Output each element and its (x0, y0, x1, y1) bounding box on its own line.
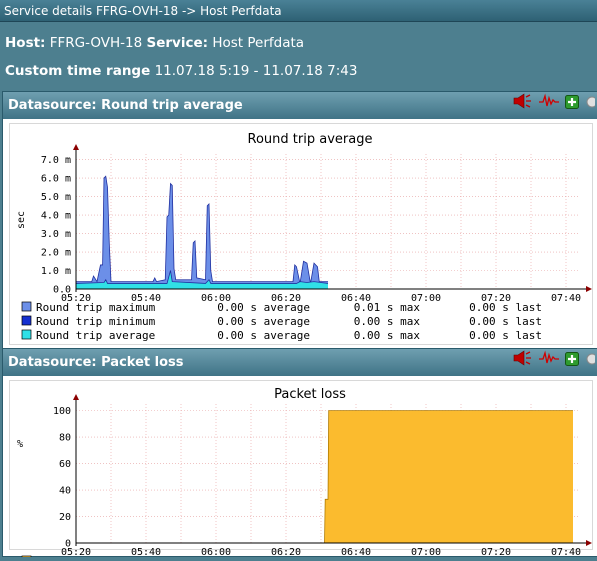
y-axis-label: % (17, 439, 23, 450)
window-title-bar: Service details FFRG-OVH-18 -> Host Perf… (0, 0, 597, 22)
speaker-icon[interactable] (513, 92, 533, 119)
packet-loss-chart: Packet loss % 02040608010005:20 05:40 06:0… (17, 387, 592, 561)
x-tick-label: 07:40 (551, 293, 581, 304)
panel-actions (513, 349, 597, 371)
legend-last: 0.00 s last (469, 315, 542, 328)
legend-max: 100.00% max (347, 555, 420, 557)
time-range-line: Custom time range 11.07.18 5:19 - 11.07.… (5, 63, 357, 79)
y-tick-label: 80 (59, 433, 71, 444)
legend-swatch (21, 555, 32, 561)
add-icon[interactable] (565, 349, 579, 376)
host-service-line: Host: FFRG-OVH-18 Service: Host Perfdata (5, 35, 304, 51)
x-axis-arrow (586, 540, 592, 546)
round-trip-chart: Round trip average sec 0.01.0 m2.0 m3.0 … (16, 132, 592, 342)
legend-average: 0.00 s average (217, 301, 310, 314)
legend-average: 48.51% average (217, 555, 310, 557)
y-axis-label: sec (16, 211, 27, 229)
y-tick-label: 6.0 m (41, 174, 71, 185)
legend-last: 100.00% last (463, 555, 542, 557)
legend-last: 0.00 s last (469, 301, 542, 314)
y-tick-label: 1.0 m (41, 266, 71, 277)
y-tick-label: 4.0 m (41, 211, 71, 222)
legend-max: 0.01 s max (354, 301, 421, 314)
packet-loss-panel: Datasource: Packet loss Packet loss % 0 … (2, 348, 597, 561)
legend-label: Round trip maximum (36, 301, 156, 314)
panel-title: Datasource: Packet loss (8, 355, 184, 370)
status-icon[interactable] (585, 92, 597, 119)
time-range-label: Custom time range (5, 63, 151, 79)
waveform-icon[interactable] (539, 349, 559, 376)
panel-header: Datasource: Round trip average (3, 92, 597, 119)
legend-label: Round trip average (36, 329, 155, 342)
y-tick-label: 2.0 m (41, 248, 71, 259)
panel-actions (513, 92, 597, 114)
panel-body: Packet loss % 0 20 40 60 80 100 05:20 05:40 06:0… (3, 376, 597, 561)
legend-average: 0.00 s average (217, 329, 310, 342)
host-value: FFRG-OVH-18 (49, 35, 143, 51)
legend-label: Round trip minimum (36, 315, 156, 328)
time-range-value: 11.07.18 5:19 - 11.07.18 7:43 (154, 63, 358, 79)
status-icon[interactable] (585, 349, 597, 376)
service-label: Service: (146, 35, 209, 51)
x-tick-label: 07:40 (551, 547, 581, 557)
legend-average: 0.00 s average (217, 315, 310, 328)
graph-frame: Round trip average sec 0.0 1.0 m 2.0 m 3.0 … (9, 123, 593, 345)
round-trip-panel: Datasource: Round trip average Round tri… (2, 91, 597, 352)
chart-title: Packet loss (274, 387, 346, 402)
y-tick-label: 7.0 m (41, 155, 71, 166)
window-title: Service details FFRG-OVH-18 -> Host Perf… (4, 4, 282, 18)
series-line (76, 175, 328, 284)
legend-swatch (21, 315, 32, 326)
panel-header: Datasource: Packet loss (3, 349, 597, 376)
legend-max: 0.00 s max (354, 329, 421, 342)
waveform-icon[interactable] (539, 92, 559, 119)
y-tick-label: 5.0 m (41, 192, 71, 203)
x-axis-arrow (586, 286, 592, 292)
y-tick-label: 60 (59, 459, 71, 470)
y-tick-label: 20 (59, 512, 71, 523)
add-icon[interactable] (565, 92, 579, 119)
legend-swatch (21, 301, 32, 312)
y-tick-label: 3.0 m (41, 229, 71, 240)
legend-last: 0.00 s last (469, 329, 542, 342)
graph-frame: Packet loss % 0 20 40 60 80 100 05:20 05:40 06:0… (9, 380, 593, 561)
y-tick-label: 40 (59, 486, 71, 497)
series-area (324, 410, 573, 543)
service-value: Host Perfdata (212, 35, 305, 51)
speaker-icon[interactable] (513, 349, 533, 376)
panel-body: Round trip average sec 0.0 1.0 m 2.0 m 3.0 … (3, 119, 597, 351)
legend-max: 0.00 s max (354, 315, 421, 328)
host-label: Host: (5, 35, 46, 51)
legend-label: Packet loss (36, 555, 109, 557)
x-tick-label: 05:40 (131, 547, 161, 557)
legend-swatch (21, 329, 32, 340)
y-axis-arrow (73, 144, 79, 150)
y-axis-arrow (73, 394, 79, 400)
chart-title: Round trip average (248, 132, 373, 147)
y-tick-label: 100 (53, 406, 71, 417)
series-area (76, 176, 328, 289)
panel-title: Datasource: Round trip average (8, 98, 243, 113)
